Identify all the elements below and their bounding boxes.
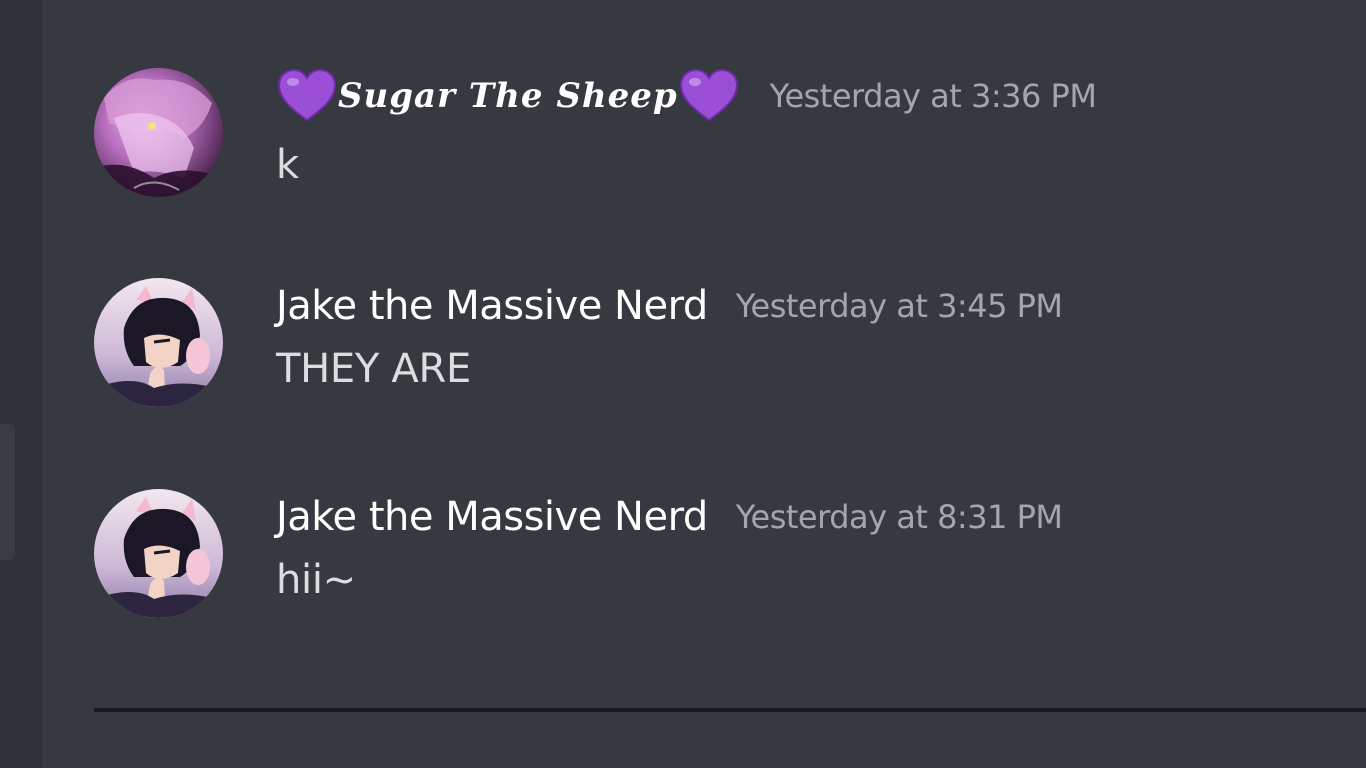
- avatar[interactable]: [94, 278, 223, 407]
- avatar[interactable]: [94, 68, 223, 197]
- message-list[interactable]: Sugar The Sheep Yesterday at 3:36 PM k J…: [42, 0, 1366, 768]
- avatar[interactable]: [94, 489, 223, 618]
- message-header: Sugar The Sheep Yesterday at 3:36 PM: [276, 66, 1097, 126]
- timestamp: Yesterday at 3:45 PM: [735, 287, 1063, 325]
- message-header: Jake the Massive Nerd Yesterday at 8:31 …: [276, 487, 1063, 547]
- purple-heart-icon: [276, 68, 338, 124]
- purple-heart-icon: [678, 68, 740, 124]
- anime-cat-ears-avatar-icon: [94, 278, 223, 407]
- timestamp: Yesterday at 3:36 PM: [769, 77, 1097, 115]
- anime-cat-ears-avatar-icon: [94, 489, 223, 618]
- message-header: Jake the Massive Nerd Yesterday at 3:45 …: [276, 276, 1063, 336]
- message-item[interactable]: Jake the Massive Nerd Yesterday at 8:31 …: [42, 487, 1366, 627]
- drawer-handle[interactable]: [0, 424, 15, 560]
- chat-window: Sugar The Sheep Yesterday at 3:36 PM k J…: [0, 0, 1366, 768]
- timestamp: Yesterday at 8:31 PM: [735, 498, 1063, 536]
- username[interactable]: Sugar The Sheep: [338, 76, 678, 116]
- message-content: THEY ARE: [276, 346, 471, 392]
- username[interactable]: Jake the Massive Nerd: [276, 494, 708, 540]
- username[interactable]: Jake the Massive Nerd: [276, 283, 708, 329]
- anime-pink-hair-avatar-icon: [94, 68, 223, 197]
- left-gutter: [0, 0, 42, 768]
- message-item[interactable]: Sugar The Sheep Yesterday at 3:36 PM k: [42, 66, 1366, 206]
- message-item[interactable]: Jake the Massive Nerd Yesterday at 3:45 …: [42, 276, 1366, 416]
- message-content: k: [276, 142, 299, 188]
- message-content: hii~: [276, 557, 356, 603]
- composer-divider: [94, 708, 1366, 712]
